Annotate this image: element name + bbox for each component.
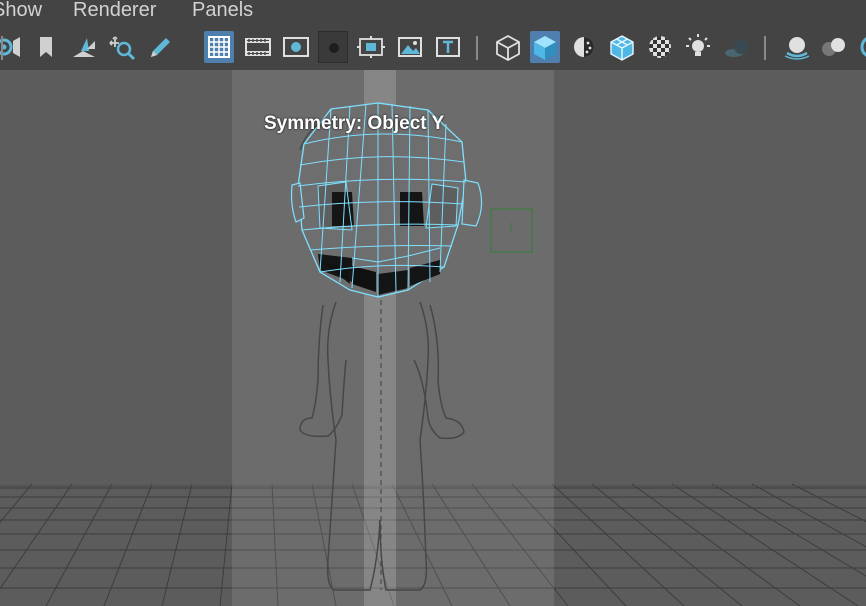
menu-show[interactable]: Show	[0, 0, 42, 22]
default-lighting-icon[interactable]	[569, 31, 599, 63]
symmetry-hud-label: Symmetry: Object Y	[264, 113, 445, 134]
gate-mask-icon[interactable]	[318, 31, 348, 63]
scene-canvas	[0, 70, 866, 606]
pencil-icon[interactable]	[145, 31, 175, 63]
resolution-gate-icon[interactable]	[281, 31, 311, 63]
image-plane-icon[interactable]	[69, 31, 99, 63]
menu-renderer[interactable]: Renderer	[73, 0, 156, 22]
ambient-occlusion-icon[interactable]	[782, 31, 812, 63]
bookmark-icon[interactable]	[31, 31, 61, 63]
grid-icon[interactable]	[204, 31, 234, 63]
shadows-icon[interactable]	[721, 31, 751, 63]
use-all-lights-icon[interactable]	[683, 31, 713, 63]
safe-title-icon[interactable]	[433, 31, 463, 63]
textured-icon[interactable]	[645, 31, 675, 63]
toolbar-separator	[475, 36, 479, 60]
view-transform-icon[interactable]	[107, 31, 137, 63]
motion-blur-icon[interactable]	[819, 31, 849, 63]
field-chart-icon[interactable]	[356, 31, 386, 63]
viewport-3d[interactable]: Symmetry: Object Y	[0, 70, 866, 606]
toolbar-separator	[763, 36, 767, 60]
menu-panels[interactable]: Panels	[192, 0, 253, 22]
toolbar-separator	[0, 36, 4, 60]
menu-bar: Show Renderer Panels	[0, 0, 866, 26]
wireframe-on-shaded-icon[interactable]	[607, 31, 637, 63]
smooth-shade-icon[interactable]	[530, 31, 560, 63]
safe-action-icon[interactable]	[395, 31, 425, 63]
panel-toolbar	[0, 26, 866, 70]
film-gate-icon[interactable]	[243, 31, 273, 63]
isolate-select-icon[interactable]	[857, 31, 866, 63]
wireframe-icon[interactable]	[493, 31, 523, 63]
